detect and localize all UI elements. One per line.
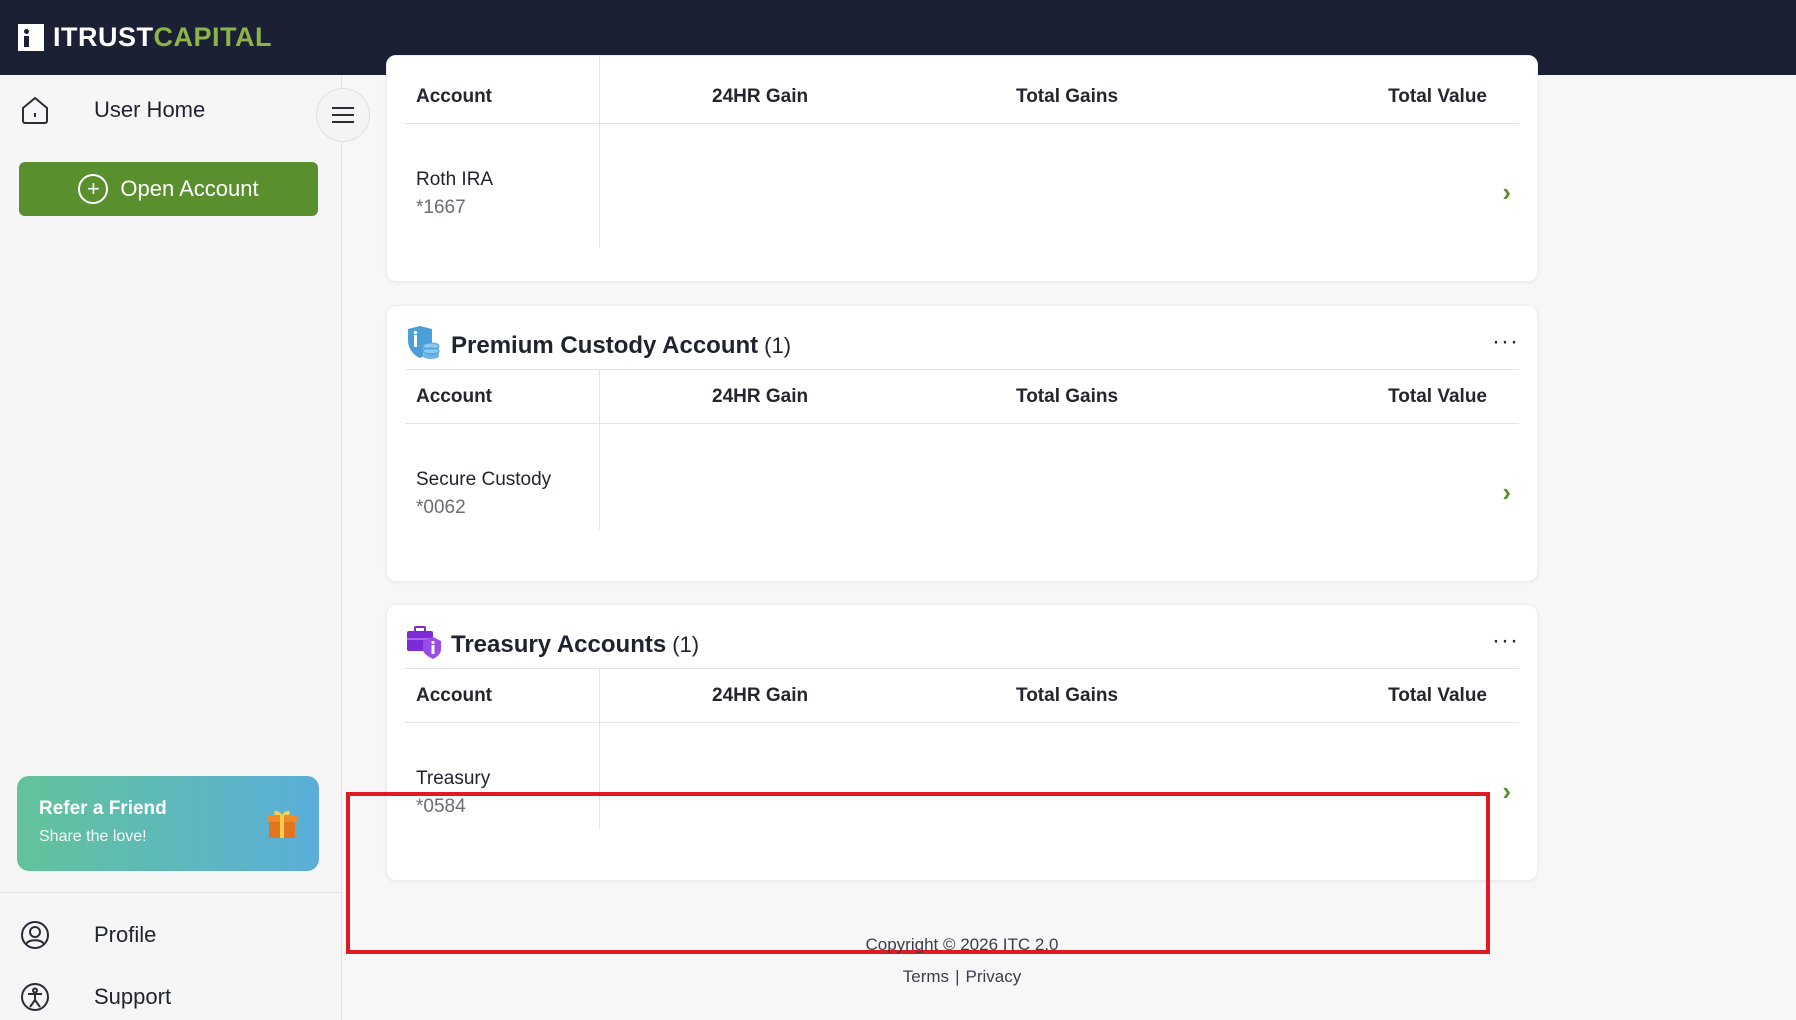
refer-title: Refer a Friend	[39, 798, 167, 819]
copyright-text: Copyright © 2026 ITC 2.0	[865, 935, 1059, 954]
menu-toggle-button[interactable]	[316, 88, 370, 142]
column-header-account: Account	[416, 685, 492, 706]
account-section-card-premium-custody: Premium Custody Account (1) ··· Account …	[386, 305, 1538, 582]
account-name: Secure Custody	[416, 469, 552, 490]
sidebar-divider	[0, 892, 341, 893]
chevron-right-icon[interactable]: ›	[1502, 477, 1511, 508]
card-header: Premium Custody Account (1)	[405, 326, 791, 365]
section-count: (1)	[764, 332, 792, 358]
column-header-total-value: Total Value	[1388, 386, 1487, 407]
account-number: *0062	[416, 497, 466, 518]
custody-shield-coins-icon	[405, 326, 441, 365]
account-name: Treasury	[416, 768, 491, 789]
card-header: Treasury Accounts (1)	[405, 625, 699, 664]
brand-name-part1: ITRUST	[53, 22, 154, 52]
column-header-24hr-gain: 24HR Gain	[712, 685, 809, 706]
hamburger-icon	[332, 107, 354, 123]
gift-icon	[265, 806, 299, 845]
open-account-button[interactable]: + Open Account	[19, 162, 318, 216]
sidebar-item-label: Support	[94, 984, 172, 1009]
column-header-account: Account	[416, 386, 492, 407]
section-count: (1)	[672, 631, 700, 657]
main-content: Account 24HR Gain Total Gains Total Valu…	[343, 55, 1796, 1020]
footer-separator: |	[955, 967, 960, 986]
account-section-card: Account 24HR Gain Total Gains Total Valu…	[386, 55, 1538, 282]
sidebar-item-user-home[interactable]: User Home	[18, 93, 205, 127]
column-divider	[599, 668, 600, 829]
plus-circle-icon: +	[78, 174, 109, 204]
column-divider	[599, 56, 600, 248]
account-number: *1667	[416, 197, 466, 218]
brand-name-part2: CAPITAL	[153, 22, 272, 52]
column-header-total-gains: Total Gains	[1016, 386, 1119, 407]
header-divider	[405, 123, 1519, 124]
profile-icon	[18, 918, 52, 952]
account-number: *0584	[416, 796, 466, 817]
brand-name: ITRUSTCAPITAL	[53, 22, 272, 53]
terms-link[interactable]: Terms	[903, 967, 949, 986]
more-options-icon[interactable]: ···	[1492, 627, 1519, 655]
privacy-link[interactable]: Privacy	[965, 967, 1021, 986]
column-divider	[599, 369, 600, 530]
account-name: Roth IRA	[416, 169, 494, 190]
treasury-briefcase-icon	[405, 625, 441, 664]
sidebar-item-label: Profile	[94, 922, 157, 947]
title-divider	[405, 668, 1519, 669]
sidebar-item-label: User Home	[94, 97, 206, 122]
logo-mark-icon	[18, 24, 44, 51]
section-title: Treasury Accounts	[451, 630, 667, 658]
support-icon	[18, 980, 52, 1014]
section-title: Premium Custody Account	[451, 331, 759, 359]
refer-subtitle: Share the love!	[39, 828, 147, 845]
home-icon	[18, 93, 52, 127]
column-header-account: Account	[416, 86, 492, 107]
column-header-total-gains: Total Gains	[1016, 685, 1119, 706]
chevron-right-icon[interactable]: ›	[1502, 776, 1511, 807]
column-header-24hr-gain: 24HR Gain	[712, 386, 809, 407]
account-section-card-treasury: Treasury Accounts (1) ··· Account 24HR G…	[386, 604, 1538, 881]
chevron-right-icon[interactable]: ›	[1502, 177, 1511, 208]
column-header-total-value: Total Value	[1388, 86, 1487, 107]
more-options-icon[interactable]: ···	[1492, 328, 1519, 356]
title-divider	[405, 369, 1519, 370]
footer: Copyright © 2026 ITC 2.0 Terms | Privacy	[386, 935, 1538, 987]
column-header-total-gains: Total Gains	[1016, 86, 1119, 107]
refer-a-friend-card[interactable]: Refer a Friend Share the love!	[17, 776, 319, 871]
footer-links: Terms | Privacy	[386, 967, 1538, 987]
brand-logo[interactable]: ITRUSTCAPITAL	[18, 22, 272, 53]
sidebar: User Home + Open Account Refer a Friend …	[0, 75, 370, 1020]
sidebar-item-support[interactable]: Support	[18, 980, 171, 1014]
column-header-total-value: Total Value	[1388, 685, 1487, 706]
header-divider	[405, 423, 1519, 424]
sidebar-item-profile[interactable]: Profile	[18, 918, 156, 952]
header-divider	[405, 722, 1519, 723]
open-account-label: Open Account	[120, 176, 259, 201]
column-header-24hr-gain: 24HR Gain	[712, 86, 809, 107]
